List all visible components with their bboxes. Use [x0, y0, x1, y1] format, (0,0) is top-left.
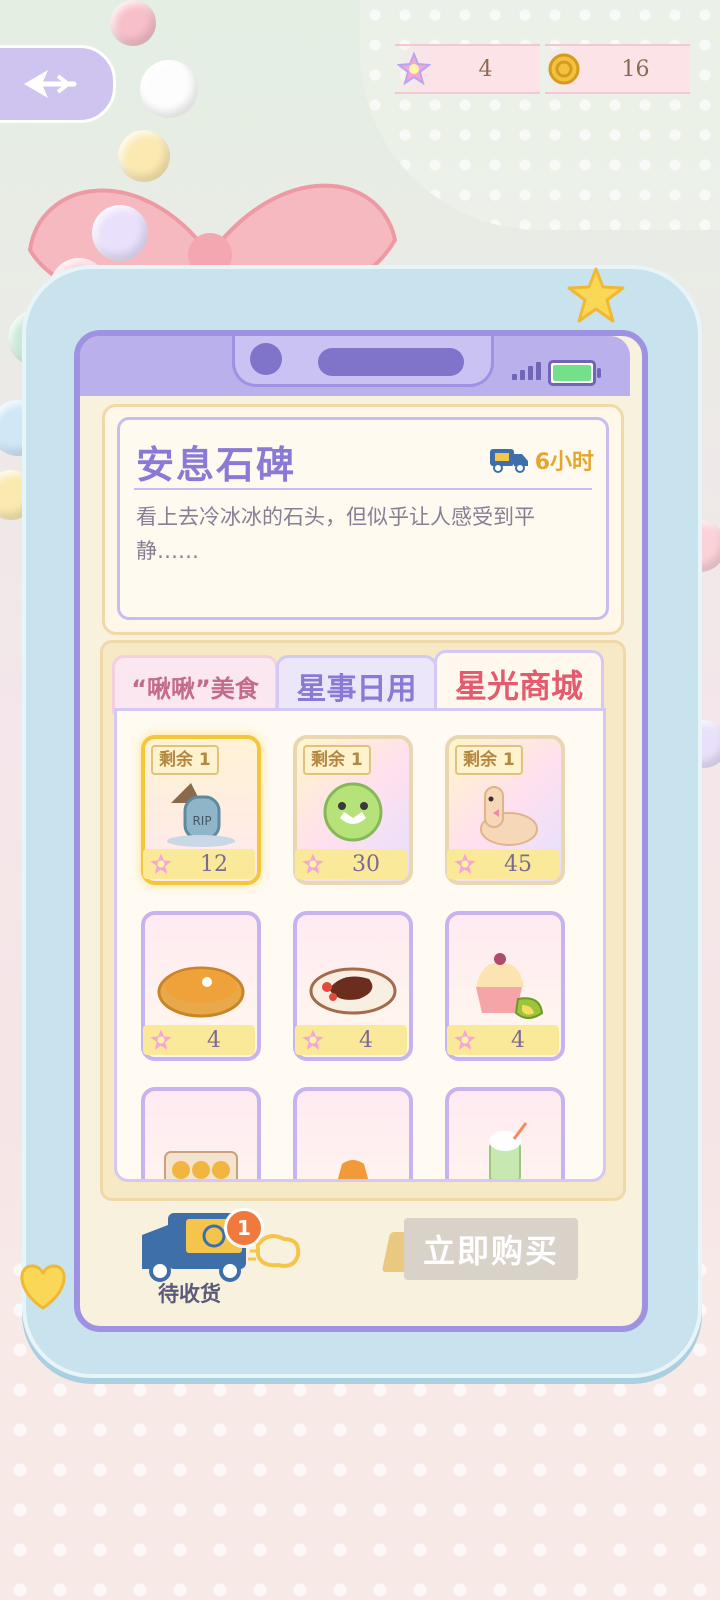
- price-tag: 12: [143, 849, 255, 879]
- star-gem-icon: [302, 1029, 324, 1050]
- signal-icon: [512, 362, 541, 380]
- star-gem-icon: [454, 853, 476, 874]
- item-info-card: 安息石碑 6小时 看上去冷冰冰的石头，但似乎让人感受到平静……: [102, 404, 624, 635]
- buy-now-button[interactable]: 立即购买: [404, 1218, 578, 1280]
- star-gem-count: 4: [478, 56, 493, 82]
- price-tag: 30: [295, 849, 407, 879]
- green-orb-icon: [309, 771, 397, 851]
- gold-coin-counter: 16: [545, 44, 690, 94]
- shop-item-alpaca-plush[interactable]: 剩余 1 45: [445, 735, 565, 885]
- tab-daily-goods[interactable]: 星事日用: [276, 655, 437, 714]
- matcha-drink-icon: [461, 1111, 549, 1179]
- tab-starlight-mall[interactable]: 星光商城: [434, 650, 604, 715]
- pudding-icon: [309, 1131, 397, 1179]
- price-amount: 4: [207, 1027, 221, 1053]
- bead-decoration: [110, 0, 156, 46]
- battery-icon: [548, 360, 601, 386]
- durian-shaved-ice-icon: [461, 947, 549, 1027]
- alpaca-plush-icon: [461, 771, 549, 851]
- rip-tombstone-icon: RIP: [157, 771, 245, 851]
- heart-decoration-icon: [20, 1264, 66, 1310]
- shop-item-egg-tarts[interactable]: [141, 1087, 261, 1179]
- pending-count-badge: 1: [224, 1208, 264, 1248]
- shop-item-pumpkin-pie[interactable]: 4: [141, 911, 261, 1061]
- bead-decoration: [118, 130, 170, 182]
- title-divider: [134, 488, 592, 490]
- delivery-time: 6小时: [489, 444, 594, 476]
- gold-coin-icon: [548, 53, 580, 85]
- back-arrow-icon: [24, 70, 77, 98]
- egg-tarts-icon: [157, 1127, 245, 1179]
- price-amount: 12: [200, 851, 228, 877]
- item-title: 安息石碑: [136, 443, 297, 487]
- item-info-inner: 安息石碑 6小时 看上去冷冰冰的石头，但似乎让人感受到平静……: [117, 417, 609, 620]
- price-amount: 4: [511, 1027, 525, 1053]
- shop-item-green-orb[interactable]: 剩余 1 30: [293, 735, 413, 885]
- delivery-truck-icon: [142, 1213, 301, 1282]
- delivery-time-text: 6小时: [534, 450, 594, 475]
- shop-item-grid[interactable]: 剩余 1 RIP 12 剩余 1 30 剩余 1 45 4 4 4: [114, 708, 606, 1182]
- delivery-truck-icon: [489, 449, 528, 473]
- star-decoration-icon: [567, 267, 625, 323]
- steak-plate-icon: [309, 947, 397, 1027]
- star-gem-counter: 4: [395, 44, 540, 94]
- camera-dot: [250, 343, 282, 375]
- pumpkin-pie-icon: [157, 947, 245, 1027]
- svg-text:RIP: RIP: [192, 814, 211, 828]
- star-gem-icon: [150, 853, 172, 874]
- star-gem-icon: [150, 1029, 172, 1050]
- price-tag: 4: [143, 1025, 255, 1055]
- price-tag: 4: [295, 1025, 407, 1055]
- bead-decoration: [92, 205, 148, 261]
- star-gem-icon: [302, 853, 324, 874]
- shop-item-durian-shaved-ice[interactable]: 4: [445, 911, 565, 1061]
- shop-item-steak-plate[interactable]: 4: [293, 911, 413, 1061]
- bead-decoration: [140, 60, 198, 118]
- shop-item-matcha-drink[interactable]: [445, 1087, 565, 1179]
- tab-jiujiu-food[interactable]: “啾啾”美食: [112, 655, 278, 714]
- price-amount: 45: [504, 851, 532, 877]
- lace-doily-decoration: [360, 0, 720, 230]
- tab-label: 星光商城: [454, 667, 583, 705]
- price-tag: 45: [447, 849, 559, 879]
- shop-item-pudding[interactable]: [293, 1087, 413, 1179]
- shop-item-rip-tombstone[interactable]: 剩余 1 RIP 12: [141, 735, 261, 885]
- speaker-pill: [318, 348, 464, 376]
- tab-label: “啾啾”美食: [131, 674, 259, 703]
- price-amount: 4: [359, 1027, 373, 1053]
- star-gem-icon: [454, 1029, 476, 1050]
- item-description: 看上去冷冰冰的石头，但似乎让人感受到平静……: [136, 505, 535, 563]
- price-amount: 30: [352, 851, 380, 877]
- star-gem-icon: [397, 52, 431, 86]
- tab-label: 星事日用: [296, 672, 417, 707]
- back-button[interactable]: [0, 45, 116, 123]
- price-tag: 4: [447, 1025, 559, 1055]
- gold-coin-count: 16: [621, 56, 650, 82]
- pending-delivery-label: 待收货: [158, 1282, 221, 1306]
